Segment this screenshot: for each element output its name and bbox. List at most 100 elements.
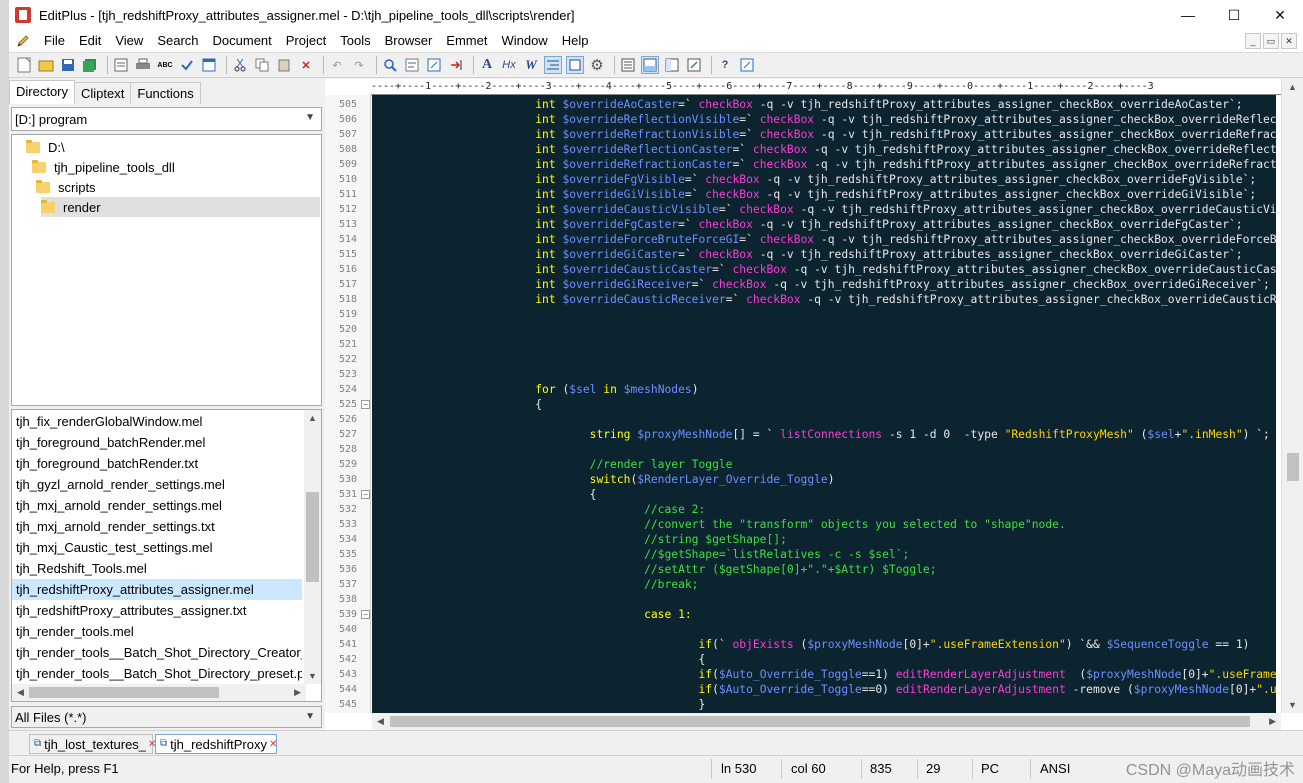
document-pen-icon[interactable]	[15, 33, 31, 49]
code-line[interactable]: int $overrideRefractionVisible=` checkBo…	[372, 127, 1276, 142]
code-line[interactable]: int $overrideCausticReceiver=` checkBox …	[372, 292, 1276, 307]
paste-icon[interactable]	[275, 56, 293, 74]
find-icon[interactable]	[381, 56, 399, 74]
file-list-item[interactable]: tjh_render_tools__Batch_Shot_Directory_p…	[12, 663, 302, 684]
code-line[interactable]: int $overrideCausticVisible=` checkBox -…	[372, 202, 1276, 217]
code-line[interactable]: //render layer Toggle	[372, 457, 733, 472]
find-in-files-icon[interactable]	[425, 56, 443, 74]
delete-icon[interactable]: ✕	[297, 56, 315, 74]
scrollbar-thumb[interactable]	[306, 492, 319, 582]
menu-project[interactable]: Project	[279, 30, 333, 52]
print-icon[interactable]	[134, 56, 152, 74]
menu-window[interactable]: Window	[494, 30, 554, 52]
context-help-icon[interactable]	[738, 56, 756, 74]
doc-tab-tjh-redshiftproxy[interactable]: ⧉ tjh_redshiftProxy ✕	[155, 734, 277, 754]
menu-view[interactable]: View	[108, 30, 150, 52]
code-line[interactable]: int $overrideGiCaster=` checkBox -q -v t…	[372, 247, 1242, 262]
file-list-item[interactable]: tjh_render_tools.mel	[12, 621, 302, 642]
tree-item-drive[interactable]: D:\	[26, 137, 316, 157]
scroll-down-icon[interactable]: ▼	[308, 671, 317, 681]
code-line[interactable]: int $overrideFgCaster=` checkBox -q -v t…	[372, 217, 1242, 232]
code-line[interactable]: int $overrideGiReceiver=` checkBox -q -v…	[372, 277, 1270, 292]
hex-icon[interactable]: Hx	[500, 56, 518, 74]
menu-search[interactable]: Search	[150, 30, 205, 52]
code-line[interactable]: //$getShape=`listRelatives -c -s $sel`;	[372, 547, 909, 562]
drive-select[interactable]: [D:] program ▼	[11, 107, 322, 131]
tab-directory[interactable]: Directory	[9, 80, 76, 104]
tab-cliptext[interactable]: Cliptext	[74, 82, 132, 104]
menu-tools[interactable]: Tools	[333, 30, 377, 52]
code-line[interactable]: }	[372, 697, 705, 712]
code-line[interactable]: if(` objExists ($proxyMeshNode[0]+".useF…	[372, 637, 1249, 652]
code-line[interactable]: int $overrideFgVisible=` checkBox -q -v …	[372, 172, 1256, 187]
fullscreen-icon[interactable]	[685, 56, 703, 74]
fold-toggle-icon[interactable]: −	[361, 400, 370, 409]
doc-tab-tjh-lost-textures[interactable]: ⧉ tjh_lost_textures_ ✕	[29, 734, 156, 754]
code-line[interactable]: //setAttr ($getShape[0]+"."+$Attr) $Togg…	[372, 562, 936, 577]
scrollbar-thumb[interactable]	[1287, 453, 1299, 481]
browser-preview-icon[interactable]	[200, 56, 218, 74]
file-list-item[interactable]: tjh_foreground_batchRender.txt	[12, 453, 302, 474]
replace-icon[interactable]	[403, 56, 421, 74]
code-line[interactable]: int $overrideRefractionCaster=` checkBox…	[372, 157, 1276, 172]
copy-icon[interactable]	[253, 56, 271, 74]
chevron-down-icon[interactable]: ▼	[305, 711, 315, 722]
save-all-icon[interactable]	[81, 56, 99, 74]
column-select-icon[interactable]	[566, 56, 584, 74]
cliptext-window-icon[interactable]	[663, 56, 681, 74]
scroll-left-icon[interactable]: ◀	[17, 687, 24, 698]
code-line[interactable]: string $proxyMeshNode[] = ` listConnecti…	[372, 427, 1270, 442]
scroll-right-icon[interactable]: ▶	[294, 687, 301, 698]
code-line[interactable]: if($Auto_Override_Toggle==1) editRenderL…	[372, 667, 1276, 682]
goto-line-icon[interactable]	[447, 56, 465, 74]
code-line[interactable]: int $overrideGiVisible=` checkBox -q -v …	[372, 187, 1256, 202]
file-list-item[interactable]: tjh_redshiftProxy_attributes_assigner.me…	[12, 579, 302, 600]
menu-edit[interactable]: Edit	[72, 30, 108, 52]
code-line[interactable]: //string $getShape[];	[372, 532, 787, 547]
indent-icon[interactable]	[544, 56, 562, 74]
code-area[interactable]: int $overrideAoCaster=` checkBox -q -v t…	[372, 95, 1276, 713]
code-line[interactable]: int $overrideCausticCaster=` checkBox -q…	[372, 262, 1276, 277]
file-list-item[interactable]: tjh_foreground_batchRender.mel	[12, 432, 302, 453]
code-line[interactable]: switch($RenderLayer_Override_Toggle)	[372, 472, 835, 487]
code-line[interactable]: {	[372, 652, 705, 667]
word-wrap-icon[interactable]: W	[522, 56, 540, 74]
menu-emmet[interactable]: Emmet	[439, 30, 494, 52]
maximize-button[interactable]: ☐	[1211, 0, 1257, 30]
mdi-restore-button[interactable]: ▭	[1263, 33, 1279, 49]
menu-file[interactable]: File	[37, 30, 72, 52]
fold-toggle-icon[interactable]: −	[361, 610, 370, 619]
window-list-icon[interactable]	[619, 56, 637, 74]
code-line[interactable]: case 1:	[372, 607, 692, 622]
file-list-item[interactable]: tjh_render_tools__Batch_Shot_Directory_C…	[12, 642, 302, 663]
tree-item-scripts[interactable]: scripts	[36, 177, 316, 197]
chevron-down-icon[interactable]: ▼	[305, 112, 315, 123]
tree-item-render[interactable]: render	[41, 197, 320, 217]
file-list-item[interactable]: tjh_fix_renderGlobalWindow.mel	[12, 411, 302, 432]
editor-horizontal-scrollbar[interactable]: ◀ ▶	[372, 713, 1281, 730]
file-list-item[interactable]: tjh_mxj_arnold_render_settings.txt	[12, 516, 302, 537]
spellcheck-icon[interactable]: ABC	[156, 56, 174, 74]
file-list-item[interactable]: tjh_mxj_arnold_render_settings.mel	[12, 495, 302, 516]
scrollbar-thumb[interactable]	[390, 716, 1250, 727]
editor-vertical-scrollbar[interactable]: ▲ ▼	[1281, 79, 1303, 713]
help-icon[interactable]: ?	[716, 56, 734, 74]
check-icon[interactable]	[178, 56, 196, 74]
open-file-icon[interactable]	[37, 56, 55, 74]
undo-icon[interactable]: ↶	[328, 56, 346, 74]
file-filter-select[interactable]: All Files (*.*) ▼	[11, 706, 322, 728]
settings-icon[interactable]: ⚙	[588, 56, 606, 74]
cut-icon[interactable]	[231, 56, 249, 74]
fold-toggle-icon[interactable]: −	[361, 490, 370, 499]
code-line[interactable]: int $overrideForceBruteForceGI=` checkBo…	[372, 232, 1276, 247]
output-window-icon[interactable]	[641, 56, 659, 74]
tab-functions[interactable]: Functions	[130, 82, 201, 104]
file-list-item[interactable]: tjh_mxj_Caustic_test_settings.mel	[12, 537, 302, 558]
code-line[interactable]: if($Auto_Override_Toggle==0) editRenderL…	[372, 682, 1276, 697]
tree-item-tjh-pipeline-tools-dll[interactable]: tjh_pipeline_tools_dll	[32, 157, 316, 177]
code-line[interactable]: int $overrideAoCaster=` checkBox -q -v t…	[372, 97, 1242, 112]
editplus-app-icon[interactable]	[15, 7, 31, 23]
close-button[interactable]: ✕	[1257, 0, 1303, 30]
file-list-horizontal-scrollbar[interactable]: ◀ ▶	[12, 684, 306, 701]
code-line[interactable]: {	[372, 397, 542, 412]
